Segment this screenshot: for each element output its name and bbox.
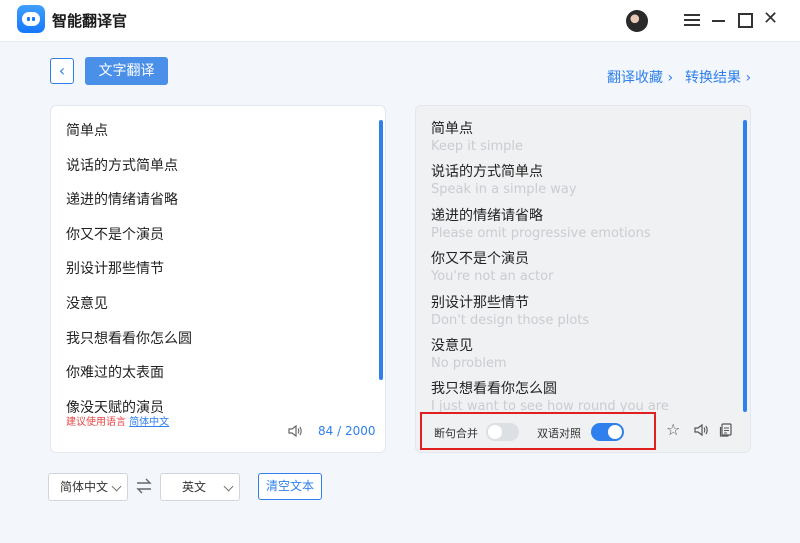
translation-target: No problem (431, 355, 507, 371)
menu-icon[interactable] (684, 12, 700, 28)
target-language-value: 英文 (182, 480, 207, 494)
source-language-select[interactable]: 简体中文 (48, 473, 128, 501)
app-logo-icon (17, 5, 45, 33)
language-hint: 建议使用语言 简体中文 (66, 413, 169, 428)
translation-item: 你又不是个演员 You're not an actor (431, 251, 669, 294)
translation-target: Don't design those plots (431, 312, 590, 328)
translation-panel: 简单点 Keep it simple 说话的方式简单点 Speak in a s… (415, 105, 751, 453)
speaker-icon[interactable] (693, 422, 709, 438)
translation-source: 没意见 (431, 337, 473, 354)
close-icon[interactable]: ✕ (763, 10, 779, 28)
clear-text-button[interactable]: 清空文本 (258, 473, 322, 500)
display-options-highlight: 断句合并 双语对照 (420, 412, 656, 450)
user-avatar[interactable] (626, 10, 648, 32)
chevron-down-icon (223, 481, 234, 492)
translation-target: Keep it simple (431, 139, 524, 154)
source-text-area[interactable]: 简单点 说话的方式简单点 递进的情绪请省略 你又不是个演员 别设计那些情节 没意… (66, 120, 192, 416)
source-line: 我只想看看你怎么圆 (66, 330, 192, 347)
back-button[interactable]: ‹ (50, 58, 74, 84)
bilingual-toggle[interactable] (591, 423, 624, 441)
maximize-icon[interactable] (737, 12, 753, 28)
source-line: 你难过的太表面 (66, 365, 164, 382)
text-translate-tab[interactable]: 文字翻译 (85, 57, 168, 85)
merge-sentences-label: 断句合并 (434, 427, 478, 440)
translation-source: 简单点 (431, 121, 473, 137)
speaker-icon[interactable] (287, 423, 303, 439)
source-line: 简单点 (66, 123, 108, 139)
source-line: 你又不是个演员 (66, 226, 164, 243)
translation-scrollbar[interactable] (743, 120, 747, 412)
target-language-select[interactable]: 英文 (160, 473, 240, 501)
translation-target: You're not an actor (431, 269, 554, 285)
source-line: 递进的情绪请省略 (66, 192, 178, 209)
translation-list: 简单点 Keep it simple 说话的方式简单点 Speak in a s… (431, 121, 669, 412)
translation-target: Speak in a simple way (431, 182, 577, 198)
translation-target: I just want to see how round you are (431, 399, 669, 412)
translation-item: 没意见 No problem (431, 338, 669, 381)
translation-source: 你又不是个演员 (431, 251, 529, 268)
star-icon[interactable]: ☆ (666, 422, 682, 438)
chevron-down-icon (111, 481, 122, 492)
source-language-value: 简体中文 (60, 480, 109, 494)
translation-source: 别设计那些情节 (431, 294, 529, 311)
minimize-icon[interactable] (711, 12, 727, 28)
translation-item: 别设计那些情节 Don't design those plots (431, 295, 669, 338)
translation-item: 说话的方式简单点 Speak in a simple way (431, 164, 669, 207)
results-link[interactable]: 转换结果 › (685, 67, 751, 87)
translation-source: 递进的情绪请省略 (431, 207, 543, 224)
bilingual-label: 双语对照 (537, 427, 581, 440)
copy-icon[interactable] (718, 422, 734, 438)
char-count: 84 / 2000 (318, 424, 376, 438)
merge-sentences-toggle[interactable] (486, 423, 519, 441)
source-text-panel[interactable]: 简单点 说话的方式简单点 递进的情绪请省略 你又不是个演员 别设计那些情节 没意… (50, 105, 386, 453)
swap-languages-icon[interactable] (136, 477, 152, 495)
source-line: 没意见 (66, 295, 108, 312)
source-line: 别设计那些情节 (66, 261, 164, 278)
translation-item: 简单点 Keep it simple (431, 121, 669, 164)
translation-item: 我只想看看你怎么圆 I just want to see how round y… (431, 381, 669, 412)
suggested-language-link[interactable]: 简体中文 (129, 417, 169, 428)
translation-source: 我只想看看你怎么圆 (431, 381, 557, 398)
translation-item: 递进的情绪请省略 Please omit progressive emotion… (431, 208, 669, 251)
hint-label: 建议使用语言 (66, 417, 126, 428)
favorites-link[interactable]: 翻译收藏 › (607, 67, 673, 87)
source-scrollbar[interactable] (379, 120, 383, 380)
translation-source: 说话的方式简单点 (431, 164, 543, 181)
title-bar: 智能翻译官 ✕ (0, 0, 800, 42)
source-line: 说话的方式简单点 (66, 157, 178, 174)
app-title: 智能翻译官 (52, 12, 128, 30)
translation-target: Please omit progressive emotions (431, 225, 651, 241)
